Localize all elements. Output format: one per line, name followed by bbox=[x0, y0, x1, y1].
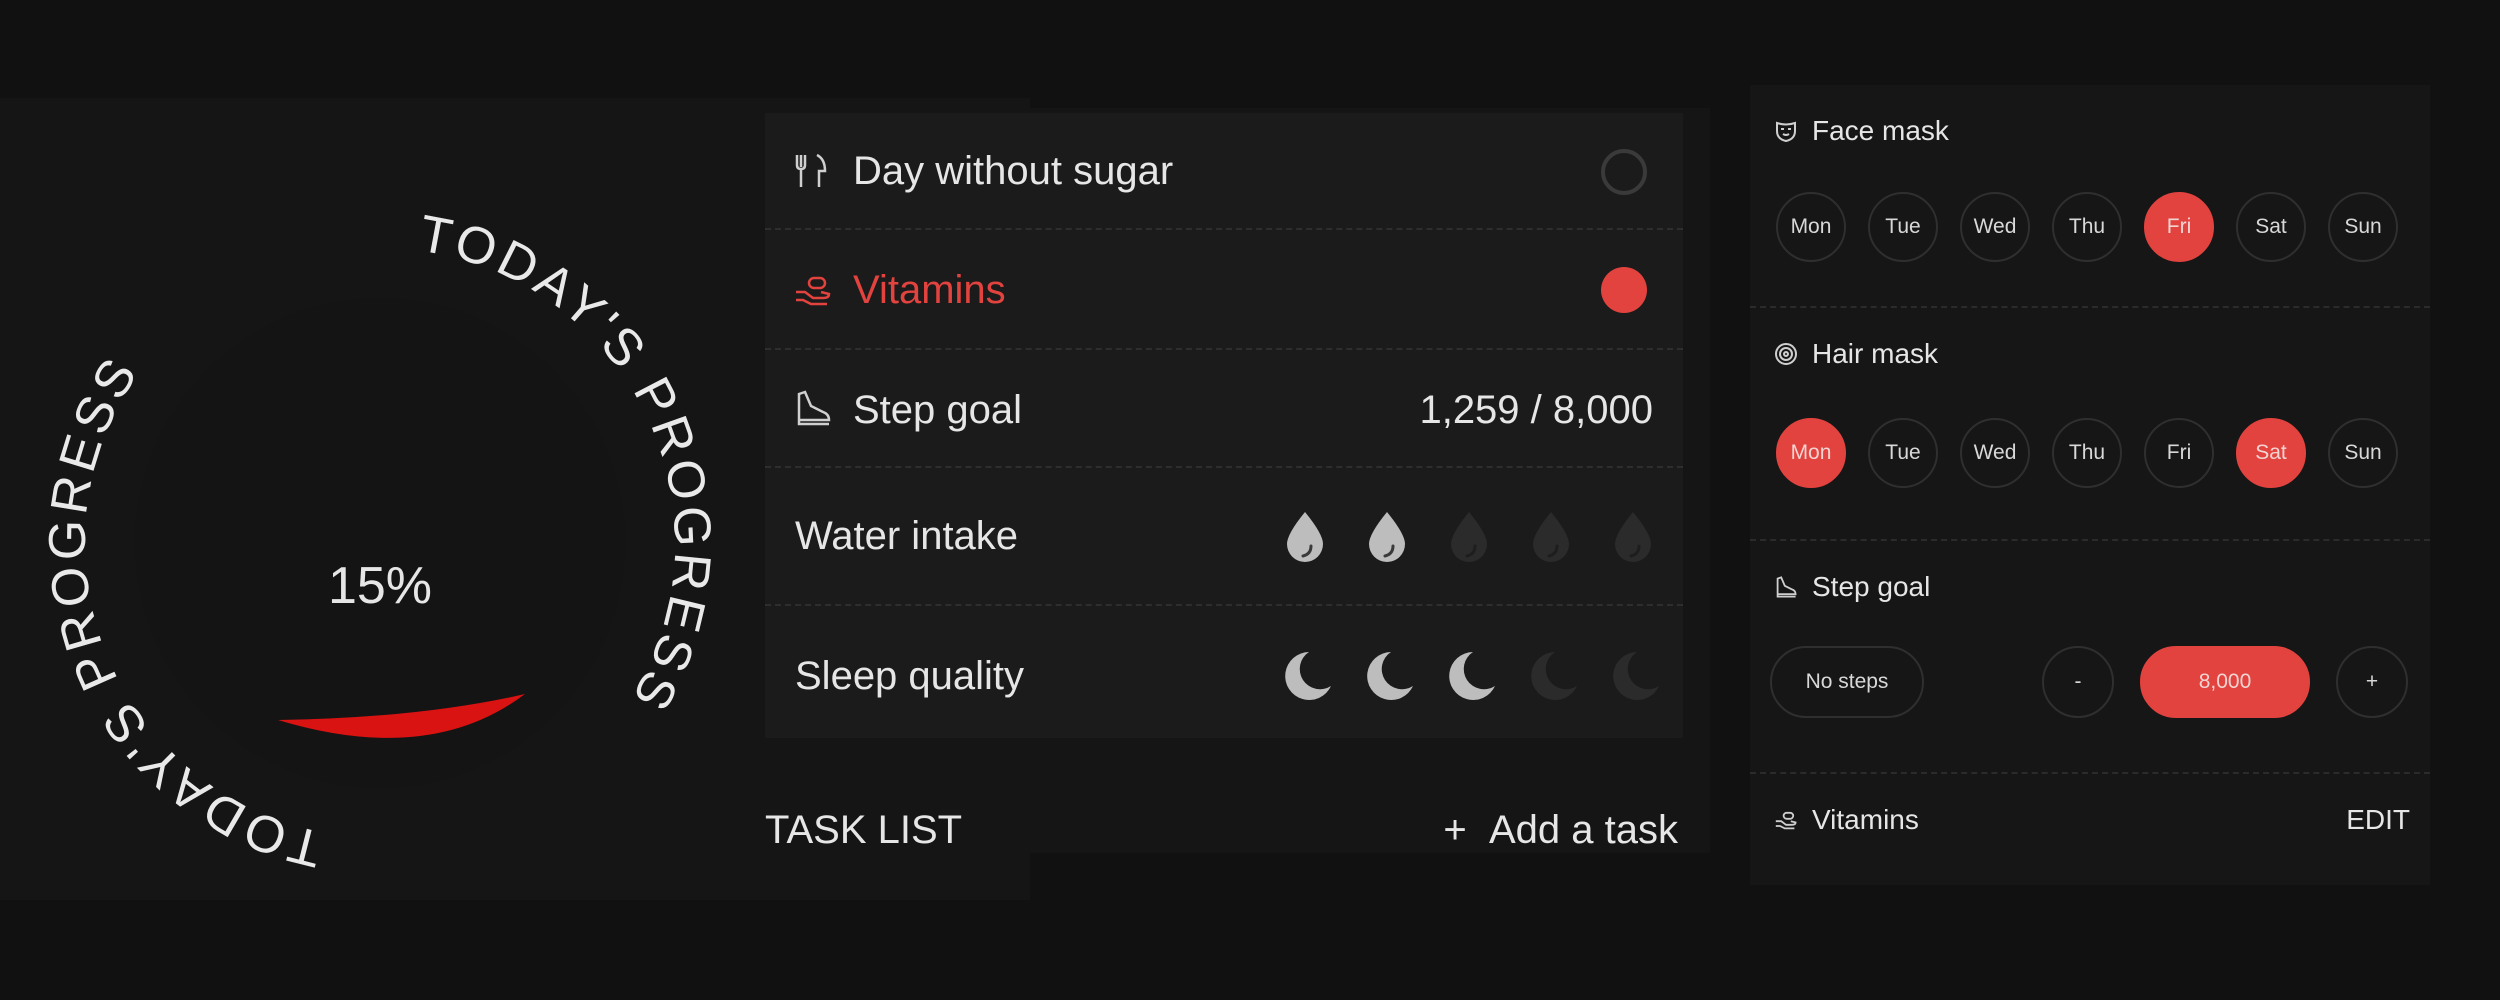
progress-ring-track bbox=[135, 298, 625, 788]
increment-button[interactable]: + bbox=[2336, 646, 2408, 718]
fork-knife-icon bbox=[795, 153, 827, 187]
vitamins-section: Vitamins EDIT bbox=[1750, 774, 2430, 885]
task-label: Water intake bbox=[795, 514, 1019, 558]
task-row-step-goal[interactable]: Step goal 1,259 / 8,000 bbox=[765, 350, 1683, 468]
step-goal-header: Step goal bbox=[1774, 571, 1930, 603]
water-drop-icon[interactable] bbox=[1439, 506, 1499, 566]
task-row-water-intake[interactable]: Water intake bbox=[765, 468, 1683, 606]
hair-mask-title: Hair mask bbox=[1812, 338, 1939, 369]
day-toggle-wed[interactable]: Wed bbox=[1960, 192, 2030, 262]
task-row-vitamins[interactable]: Vitamins bbox=[765, 230, 1683, 350]
moon-icon[interactable] bbox=[1357, 646, 1417, 706]
shoe-icon bbox=[1776, 576, 1797, 598]
pill-hand-icon bbox=[1775, 811, 1797, 830]
step-goal-value[interactable]: 8,000 bbox=[2140, 646, 2310, 718]
task-row-day-without-sugar[interactable]: Day without sugar bbox=[765, 113, 1683, 230]
task-label: Step goal bbox=[853, 388, 1023, 432]
task-label: Day without sugar bbox=[853, 149, 1174, 193]
vitamins-header: Vitamins bbox=[1774, 804, 1919, 836]
moon-icon[interactable] bbox=[1275, 646, 1335, 706]
day-toggle-tue[interactable]: Tue bbox=[1868, 192, 1938, 262]
add-task-label: Add a task bbox=[1488, 808, 1678, 852]
shoe-icon bbox=[797, 390, 831, 426]
day-toggle-sun[interactable]: Sun bbox=[2328, 192, 2398, 262]
day-toggle-wed[interactable]: Wed bbox=[1960, 418, 2030, 488]
moon-icon[interactable] bbox=[1603, 646, 1663, 706]
day-toggle-mon[interactable]: Mon bbox=[1776, 418, 1846, 488]
decrement-button[interactable]: - bbox=[2042, 646, 2114, 718]
moon-icon[interactable] bbox=[1439, 646, 1499, 706]
water-drop-icon[interactable] bbox=[1521, 506, 1581, 566]
task-label: Sleep quality bbox=[795, 654, 1025, 698]
hair-mask-section: Hair mask Mon Tue Wed Thu Fri Sat Sun bbox=[1750, 308, 2430, 541]
day-toggle-fri[interactable]: Fri bbox=[2144, 192, 2214, 262]
day-toggle-fri[interactable]: Fri bbox=[2144, 418, 2214, 488]
schedule-panel: Face mask Mon Tue Wed Thu Fri Sat Sun Hair mas… bbox=[1750, 85, 2430, 885]
water-drop-rating[interactable] bbox=[1275, 506, 1663, 566]
water-drop-icon[interactable] bbox=[1603, 506, 1663, 566]
step-goal-title: Step goal bbox=[1812, 571, 1931, 602]
task-list-title: TASK LIST bbox=[765, 808, 963, 852]
task-row-sleep-quality[interactable]: Sleep quality bbox=[765, 606, 1683, 738]
day-toggle-thu[interactable]: Thu bbox=[2052, 192, 2122, 262]
task-checkbox[interactable] bbox=[1601, 149, 1647, 195]
vitamins-title: Vitamins bbox=[1812, 804, 1919, 835]
task-panel: Day without sugar Vitamins Step goal 1,2… bbox=[740, 108, 1710, 853]
task-checkbox-checked[interactable] bbox=[1601, 267, 1647, 313]
day-toggle-sat[interactable]: Sat bbox=[2236, 418, 2306, 488]
hair-mask-days: Mon Tue Wed Thu Fri Sat Sun bbox=[1776, 418, 2398, 488]
spiral-icon bbox=[1775, 343, 1797, 365]
progress-percent: 15% bbox=[328, 557, 432, 615]
mask-icon bbox=[1776, 121, 1796, 143]
task-card: Day without sugar Vitamins Step goal 1,2… bbox=[765, 113, 1683, 738]
sleep-quality-rating[interactable] bbox=[1275, 646, 1663, 706]
hair-mask-header: Hair mask bbox=[1774, 338, 1938, 370]
day-toggle-tue[interactable]: Tue bbox=[1868, 418, 1938, 488]
face-mask-title: Face mask bbox=[1812, 115, 1949, 146]
water-drop-icon[interactable] bbox=[1357, 506, 1417, 566]
day-toggle-sun[interactable]: Sun bbox=[2328, 418, 2398, 488]
no-steps-button[interactable]: No steps bbox=[1770, 646, 1924, 718]
day-toggle-sat[interactable]: Sat bbox=[2236, 192, 2306, 262]
moon-icon[interactable] bbox=[1521, 646, 1581, 706]
day-toggle-mon[interactable]: Mon bbox=[1776, 192, 1846, 262]
day-toggle-thu[interactable]: Thu bbox=[2052, 418, 2122, 488]
face-mask-days: Mon Tue Wed Thu Fri Sat Sun bbox=[1776, 192, 2398, 262]
water-drop-icon[interactable] bbox=[1275, 506, 1335, 566]
pill-hand-icon bbox=[796, 276, 831, 306]
edit-button[interactable]: EDIT bbox=[2346, 804, 2410, 836]
step-goal-section: Step goal No steps - 8,000 + bbox=[1750, 541, 2430, 774]
plus-icon: + bbox=[1443, 808, 1467, 852]
add-task-button[interactable]: + Add a task bbox=[1443, 808, 1678, 853]
step-goal-value: 1,259 / 8,000 bbox=[1419, 388, 1653, 432]
face-mask-section: Face mask Mon Tue Wed Thu Fri Sat Sun bbox=[1750, 85, 2430, 308]
task-label: Vitamins bbox=[853, 268, 1006, 312]
face-mask-header: Face mask bbox=[1774, 115, 1949, 147]
